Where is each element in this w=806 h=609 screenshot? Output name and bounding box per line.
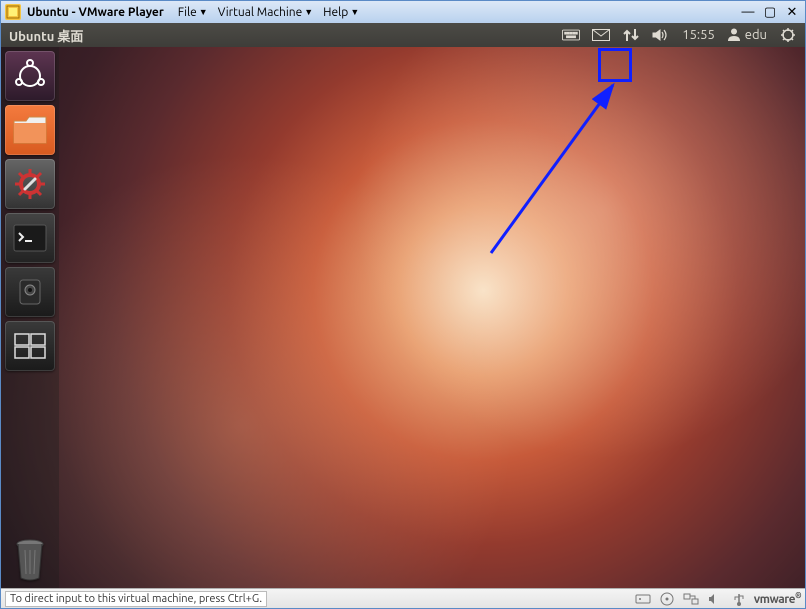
mail-icon[interactable] (592, 27, 610, 43)
vmware-menu: File▼ Virtual Machine▼ Help▼ (174, 6, 363, 19)
launcher-terminal[interactable] (5, 213, 55, 263)
panel-title: Ubuntu 桌面 (9, 26, 83, 45)
status-tray: vmware® (634, 591, 801, 606)
volume-icon[interactable] (652, 27, 670, 43)
status-network-icon[interactable] (682, 592, 700, 606)
unity-launcher[interactable] (1, 47, 59, 588)
minimize-button[interactable]: — (739, 4, 757, 20)
launcher-files[interactable] (5, 105, 55, 155)
user-name: edu (745, 28, 767, 42)
menu-help[interactable]: Help▼ (319, 6, 363, 19)
status-message: To direct input to this virtual machine,… (5, 591, 267, 607)
user-menu[interactable]: edu (727, 27, 767, 44)
close-button[interactable]: ✕ (783, 4, 801, 20)
vmware-titlebar[interactable]: Ubuntu - VMware Player File▼ Virtual Mac… (1, 1, 805, 23)
vmware-logo: vmware® (754, 591, 801, 606)
network-updown-icon[interactable] (622, 27, 640, 43)
vmware-app-icon (5, 4, 21, 20)
power-cog-icon[interactable] (779, 27, 797, 43)
user-icon (727, 27, 741, 44)
menu-file[interactable]: File▼ (174, 6, 212, 19)
menu-virtual-machine[interactable]: Virtual Machine▼ (214, 6, 317, 19)
launcher-trash[interactable] (5, 534, 55, 584)
vmware-title: Ubuntu - VMware Player (27, 6, 164, 19)
launcher-devices[interactable] (5, 267, 55, 317)
vmware-statusbar: To direct input to this virtual machine,… (1, 588, 805, 608)
maximize-button[interactable]: ▢ (761, 4, 779, 20)
status-cd-icon[interactable] (658, 592, 676, 606)
vmware-window: Ubuntu - VMware Player File▼ Virtual Mac… (0, 0, 806, 609)
panel-indicators: 15:55 edu (562, 27, 797, 44)
launcher-system-settings[interactable] (5, 159, 55, 209)
keyboard-icon[interactable] (562, 27, 580, 43)
clock[interactable]: 15:55 (682, 28, 715, 42)
status-usb-icon[interactable] (730, 592, 748, 606)
desktop-background[interactable] (1, 47, 805, 588)
launcher-workspace-switcher[interactable] (5, 321, 55, 371)
window-controls: — ▢ ✕ (739, 4, 801, 20)
status-sound-icon[interactable] (706, 592, 724, 606)
status-hdd-icon[interactable] (634, 592, 652, 606)
guest-display[interactable]: Ubuntu 桌面 15:55 (1, 23, 805, 588)
launcher-dash-home[interactable] (5, 51, 55, 101)
ubuntu-top-panel[interactable]: Ubuntu 桌面 15:55 (1, 23, 805, 47)
